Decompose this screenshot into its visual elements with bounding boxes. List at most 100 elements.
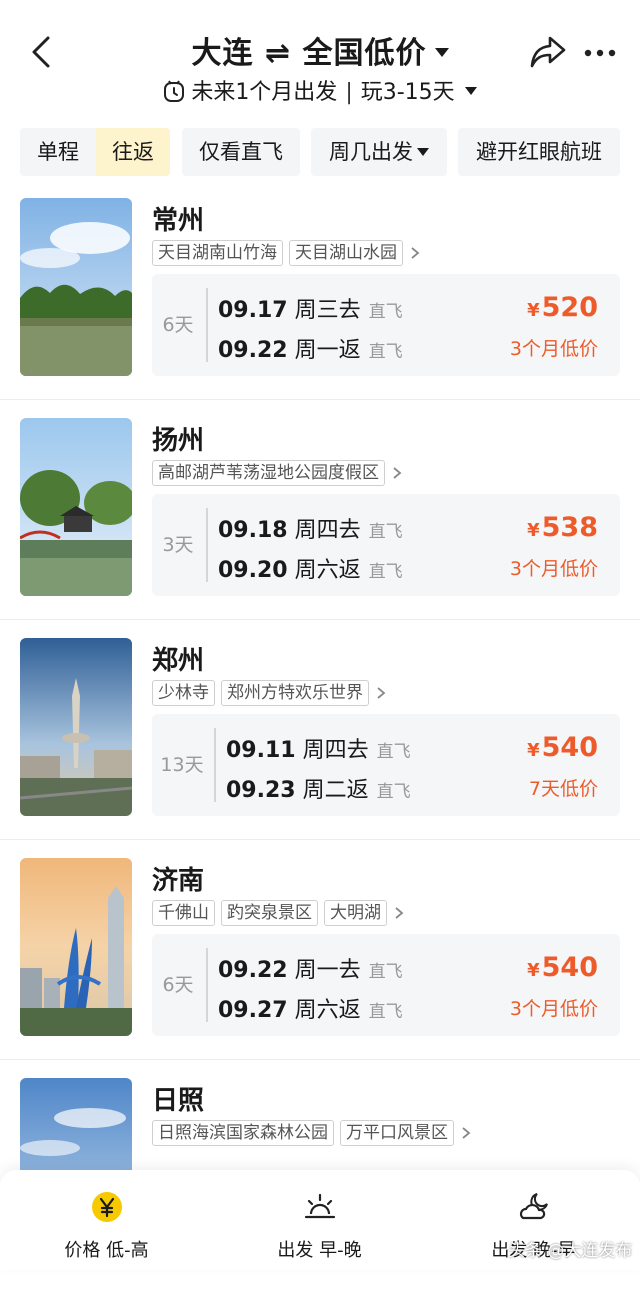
- attraction-tag: 千佛山: [152, 900, 215, 926]
- attraction-tags[interactable]: 千佛山 趵突泉景区 大明湖: [152, 900, 405, 926]
- price: ¥538: [527, 512, 598, 543]
- flight-panel[interactable]: 3天 09.18 周四去 直飞 09.20 周六返 直飞 ¥538 3个月低价: [152, 494, 620, 596]
- currency-symbol: ¥: [527, 960, 540, 981]
- city-name: 日照: [152, 1086, 205, 1116]
- chevron-right-icon: [395, 907, 404, 919]
- return-date: 09.20: [218, 558, 288, 583]
- attraction-tags[interactable]: 高邮湖芦苇荡湿地公园度假区: [152, 460, 403, 486]
- city-name: 郑州: [152, 646, 205, 676]
- flight-panel[interactable]: 6天 09.17 周三去 直飞 09.22 周一返 直飞 ¥520 3个月低价: [152, 274, 620, 376]
- direct-only-filter[interactable]: 仅看直飞: [182, 128, 300, 176]
- outbound-leg: 09.18 周四去 直飞: [218, 512, 403, 544]
- attraction-tags[interactable]: 日照海滨国家森林公园 万平口风景区: [152, 1120, 472, 1146]
- attraction-tag: 日照海滨国家森林公园: [152, 1120, 334, 1146]
- outbound-date: 09.17: [218, 298, 288, 323]
- attraction-tag: 天目湖山水园: [289, 240, 403, 266]
- price-value: 540: [541, 952, 598, 983]
- low-price-badge: 7天低价: [528, 778, 598, 800]
- weekday-filter[interactable]: 周几出发: [311, 128, 447, 176]
- currency-symbol: ¥: [527, 520, 540, 541]
- flight-panel[interactable]: 13天 09.11 周四去 直飞 09.23 周二返 直飞 ¥540 7天低价: [152, 714, 620, 816]
- panel-divider: [206, 948, 208, 1022]
- trip-length: 13天: [160, 754, 204, 776]
- return-type: 直飞: [368, 562, 403, 582]
- outbound-type: 直飞: [368, 302, 403, 322]
- return-date: 09.23: [226, 778, 296, 803]
- low-price-badge: 3个月低价: [509, 558, 598, 580]
- card-divider: [0, 1059, 640, 1060]
- trip-duration: 玩3-15天: [360, 80, 455, 105]
- date-range-selector[interactable]: 未来1个月出发 | 玩3-15天: [0, 74, 640, 106]
- chevron-right-icon: [462, 1127, 471, 1139]
- panel-divider: [206, 508, 208, 582]
- sort-depart-label: 出发 早-晚: [277, 1240, 362, 1261]
- trip-type-toggle: 单程 往返: [20, 128, 170, 176]
- price-value: 538: [541, 512, 598, 543]
- currency-symbol: ¥: [527, 740, 540, 761]
- sort-price-tab[interactable]: 价格 低-高: [0, 1170, 213, 1270]
- yen-icon: [91, 1192, 122, 1222]
- price: ¥520: [527, 292, 598, 323]
- destination-photo: [20, 198, 132, 376]
- outbound-date: 09.11: [226, 738, 296, 763]
- attraction-tag: 天目湖南山竹海: [152, 240, 283, 266]
- subtitle-separator: |: [345, 80, 353, 105]
- attraction-tags[interactable]: 少林寺 郑州方特欢乐世界: [152, 680, 387, 706]
- more-icon[interactable]: [580, 38, 620, 68]
- outbound-type: 直飞: [368, 522, 403, 542]
- panel-divider: [214, 728, 216, 802]
- route-title-text: 大连 ⇌ 全国低价: [191, 36, 427, 71]
- outbound-date: 09.22: [218, 958, 288, 983]
- chevron-down-icon: [417, 147, 429, 156]
- trip-length: 6天: [162, 974, 194, 996]
- return-type: 直飞: [368, 342, 403, 362]
- destination-card[interactable]: 扬州 高邮湖芦苇荡湿地公园度假区 3天 09.18 周四去 直飞 09.20 周六…: [0, 418, 640, 638]
- attraction-tag: 郑州方特欢乐世界: [221, 680, 369, 706]
- avoid-redeye-filter[interactable]: 避开红眼航班: [458, 128, 620, 176]
- return-weekday: 周二返: [302, 778, 369, 803]
- destination-photo: [20, 418, 132, 596]
- destination-card[interactable]: 常州 天目湖南山竹海 天目湖山水园 6天 09.17 周三去 直飞 09.22 周一…: [0, 198, 640, 418]
- destination-photo: [20, 858, 132, 1036]
- return-type: 直飞: [368, 1002, 403, 1022]
- share-icon[interactable]: [528, 34, 568, 70]
- currency-symbol: ¥: [527, 300, 540, 321]
- chevron-down-icon: [464, 87, 477, 95]
- return-weekday: 周六返: [294, 558, 361, 583]
- return-leg: 09.22 周一返 直飞: [218, 332, 403, 364]
- card-divider: [0, 839, 640, 840]
- outbound-type: 直飞: [368, 962, 403, 982]
- outbound-type: 直飞: [376, 742, 411, 762]
- price: ¥540: [527, 952, 598, 983]
- city-name: 常州: [152, 206, 205, 236]
- price-value: 540: [541, 732, 598, 763]
- return-weekday: 周一返: [294, 338, 361, 363]
- destination-card[interactable]: 济南 千佛山 趵突泉景区 大明湖 6天 09.22 周一去 直飞 09.27 周六返直…: [0, 858, 640, 1078]
- clock-icon: [164, 80, 185, 102]
- departure-range: 未来1个月出发: [191, 80, 338, 105]
- destination-card[interactable]: 郑州 少林寺 郑州方特欢乐世界 13天 09.11 周四去 直飞 09.23 周二返…: [0, 638, 640, 858]
- panel-divider: [206, 288, 208, 362]
- outbound-weekday: 周一去: [294, 958, 361, 983]
- attraction-tag: 趵突泉景区: [221, 900, 318, 926]
- outbound-date: 09.18: [218, 518, 288, 543]
- sort-depart-tab[interactable]: 出发 早-晚: [213, 1170, 426, 1270]
- outbound-weekday: 周四去: [302, 738, 369, 763]
- chevron-down-icon: [434, 48, 449, 57]
- roundtrip-option[interactable]: 往返: [96, 128, 170, 176]
- flight-panel[interactable]: 6天 09.22 周一去 直飞 09.27 周六返 直飞 ¥540 3个月低价: [152, 934, 620, 1036]
- oneway-option[interactable]: 单程: [20, 128, 96, 176]
- sort-price-label: 价格 低-高: [64, 1240, 149, 1261]
- attraction-tags[interactable]: 天目湖南山竹海 天目湖山水园: [152, 240, 421, 266]
- outbound-leg: 09.17 周三去 直飞: [218, 292, 403, 324]
- return-weekday: 周六返: [294, 998, 361, 1023]
- chevron-right-icon: [393, 467, 402, 479]
- attraction-tag: 大明湖: [324, 900, 387, 926]
- return-leg: 09.20 周六返 直飞: [218, 552, 403, 584]
- price-value: 520: [541, 292, 598, 323]
- watermark: 头条 @大连发布: [508, 1241, 633, 1261]
- return-leg: 09.23 周二返 直飞: [226, 772, 411, 804]
- city-name: 济南: [152, 866, 205, 896]
- low-price-badge: 3个月低价: [509, 998, 598, 1020]
- chevron-right-icon: [377, 687, 386, 699]
